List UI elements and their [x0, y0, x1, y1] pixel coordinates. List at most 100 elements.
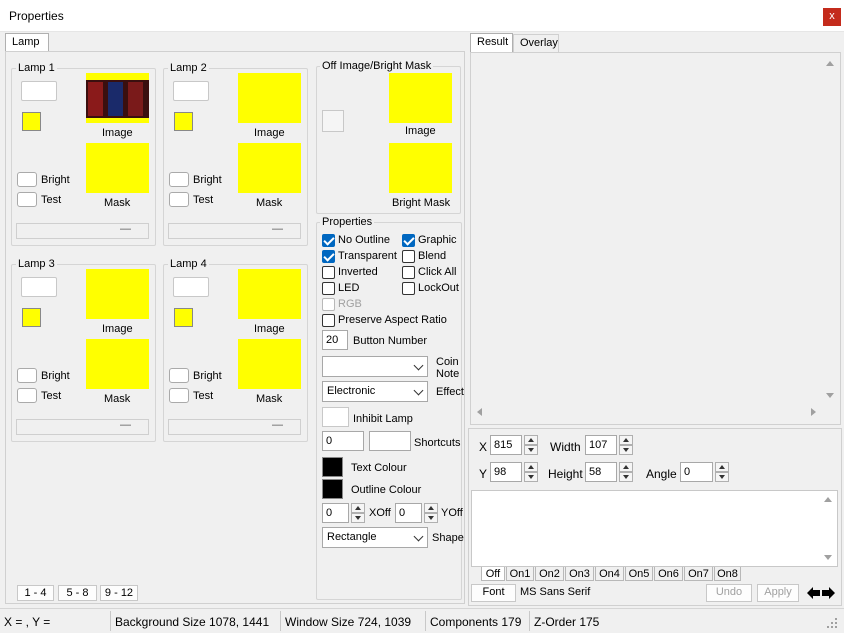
lamp-3-bright-checkbox[interactable]: [17, 368, 37, 383]
height-input[interactable]: 58: [585, 462, 617, 482]
xoff-spinner[interactable]: [351, 503, 365, 523]
off-image-preview[interactable]: [389, 73, 452, 123]
lamp-3-mask-preview[interactable]: [86, 339, 149, 389]
width-input[interactable]: 107: [585, 435, 617, 455]
scroll-down-icon[interactable]: [826, 393, 834, 398]
state-tab-on7[interactable]: On7: [684, 567, 713, 581]
state-tab-on4[interactable]: On4: [595, 567, 624, 581]
scroll-left-icon[interactable]: [477, 408, 482, 416]
state-tab-on1[interactable]: On1: [506, 567, 534, 581]
inhibit-lamp-input[interactable]: [322, 407, 349, 427]
outline-colour-swatch[interactable]: [322, 479, 343, 499]
yoff-input[interactable]: 0: [395, 503, 422, 523]
angle-spinner[interactable]: [715, 462, 729, 482]
lamp-3-colour-swatch[interactable]: [22, 308, 41, 327]
lamp-4-colour-box[interactable]: [173, 277, 209, 297]
bright-mask-preview[interactable]: [389, 143, 452, 193]
shortcut-2-input[interactable]: [369, 431, 411, 451]
tab-lamp[interactable]: Lamp: [5, 33, 49, 52]
lamp-2-image-preview[interactable]: [238, 73, 301, 123]
off-colour-button[interactable]: [322, 110, 344, 132]
led-checkbox[interactable]: [322, 282, 335, 295]
lamp-4-test-checkbox[interactable]: [169, 388, 189, 403]
x-spinner[interactable]: [524, 435, 538, 455]
arrow-right-icon[interactable]: [821, 587, 835, 599]
lamp-3-test-checkbox[interactable]: [17, 388, 37, 403]
lamp-3-image-preview[interactable]: [86, 269, 149, 319]
click-all-checkbox[interactable]: [402, 266, 415, 279]
font-button[interactable]: Font: [471, 584, 516, 602]
tab-result[interactable]: Result: [470, 33, 513, 52]
blend-checkbox[interactable]: [402, 250, 415, 263]
state-tab-on2[interactable]: On2: [535, 567, 564, 581]
shape-select[interactable]: Rectangle: [322, 527, 428, 548]
lamp-3-colour-box[interactable]: [21, 277, 57, 297]
scroll-right-icon[interactable]: [811, 408, 816, 416]
lamp-1-colour-box[interactable]: [21, 81, 57, 101]
tab-overlay[interactable]: Overlay: [513, 34, 559, 53]
state-tab-off[interactable]: Off: [481, 567, 505, 581]
result-horizontal-scrollbar[interactable]: [474, 405, 820, 419]
lamp-2-test-checkbox[interactable]: [169, 192, 189, 207]
y-spinner[interactable]: [524, 462, 538, 482]
width-spinner[interactable]: [619, 435, 633, 455]
lamp-1-bright-checkbox[interactable]: [17, 172, 37, 187]
text-scroll-up-icon[interactable]: [824, 497, 832, 502]
preserve-aspect-checkbox[interactable]: [322, 314, 335, 327]
lamp-4-mask-preview[interactable]: [238, 339, 301, 389]
text-scroll-down-icon[interactable]: [824, 555, 832, 560]
no-outline-checkbox[interactable]: [322, 234, 335, 247]
slider-thumb[interactable]: —: [272, 223, 283, 235]
text-colour-swatch[interactable]: [322, 457, 343, 477]
slider-thumb[interactable]: —: [120, 223, 131, 235]
lamp-2-colour-box[interactable]: [173, 81, 209, 101]
lamp-4-intensity-slider[interactable]: —: [168, 419, 301, 435]
lamp-2-intensity-slider[interactable]: —: [168, 223, 301, 239]
state-tab-on6[interactable]: On6: [654, 567, 683, 581]
resize-grip-icon[interactable]: [826, 617, 838, 629]
page-button-1-4[interactable]: 1 - 4: [17, 585, 54, 601]
result-vertical-scrollbar[interactable]: [823, 56, 837, 402]
bright-mask-label: Bright Mask: [392, 197, 451, 209]
lockout-checkbox[interactable]: [402, 282, 415, 295]
lamp-2-bright-checkbox[interactable]: [169, 172, 189, 187]
apply-button[interactable]: Apply: [757, 584, 799, 602]
page-button-9-12[interactable]: 9 - 12: [100, 585, 138, 601]
graphic-checkbox[interactable]: [402, 234, 415, 247]
lamp-1-intensity-slider[interactable]: —: [16, 223, 149, 239]
lamp-1-test-checkbox[interactable]: [17, 192, 37, 207]
angle-input[interactable]: 0: [680, 462, 713, 482]
height-spinner[interactable]: [619, 462, 633, 482]
x-input[interactable]: 815: [490, 435, 522, 455]
shortcut-1-input[interactable]: 0: [322, 431, 364, 451]
lamp-3-intensity-slider[interactable]: —: [16, 419, 149, 435]
slider-thumb[interactable]: —: [120, 419, 131, 431]
lamp-1-mask-preview[interactable]: [86, 143, 149, 193]
inverted-checkbox[interactable]: [322, 266, 335, 279]
coin-note-select[interactable]: [322, 356, 428, 377]
slider-thumb[interactable]: —: [272, 419, 283, 431]
state-tab-on5[interactable]: On5: [625, 567, 653, 581]
state-tab-on8[interactable]: On8: [714, 567, 741, 581]
lamp-4-bright-checkbox[interactable]: [169, 368, 189, 383]
lamp-2-title: Lamp 2: [168, 62, 209, 74]
transparent-checkbox[interactable]: [322, 250, 335, 263]
page-button-5-8[interactable]: 5 - 8: [58, 585, 97, 601]
close-button[interactable]: x: [823, 8, 841, 26]
lamp-4-colour-swatch[interactable]: [174, 308, 193, 327]
lamp-2-mask-preview[interactable]: [238, 143, 301, 193]
lamp-1-image-preview[interactable]: [86, 73, 149, 123]
undo-button[interactable]: Undo: [706, 584, 752, 602]
lamp-1-colour-swatch[interactable]: [22, 112, 41, 131]
lamp-2-colour-swatch[interactable]: [174, 112, 193, 131]
y-input[interactable]: 98: [490, 462, 522, 482]
scroll-up-icon[interactable]: [826, 61, 834, 66]
arrow-left-icon[interactable]: [807, 587, 821, 599]
yoff-spinner[interactable]: [424, 503, 438, 523]
lamp-text-area[interactable]: [471, 490, 838, 567]
lamp-4-image-preview[interactable]: [238, 269, 301, 319]
xoff-input[interactable]: 0: [322, 503, 349, 523]
state-tab-on3[interactable]: On3: [565, 567, 594, 581]
effect-select[interactable]: Electronic: [322, 381, 428, 402]
button-number-input[interactable]: 20: [322, 330, 348, 350]
